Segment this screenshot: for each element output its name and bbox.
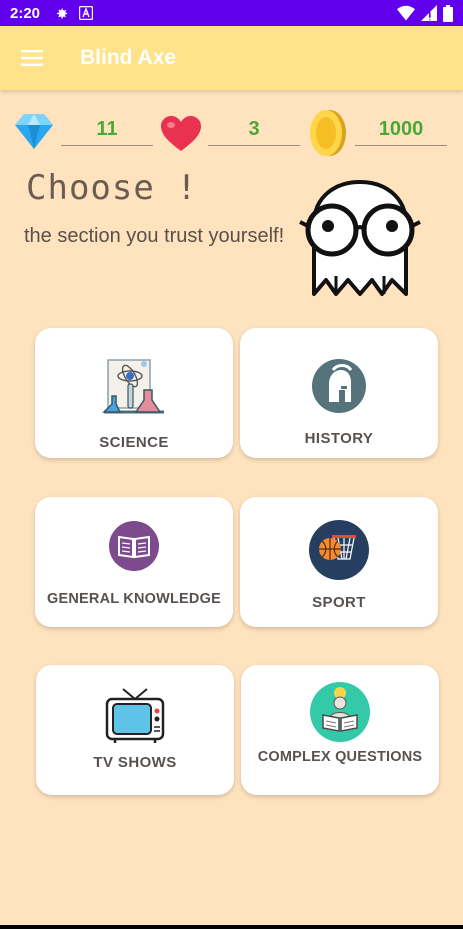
choose-title: Choose ! <box>26 168 198 208</box>
category-card-general-knowledge[interactable]: GENERAL KNOWLEDGE <box>35 497 233 627</box>
coin-icon <box>310 110 346 156</box>
lives-count: 3 <box>208 114 300 146</box>
category-card-science[interactable]: SCIENCE <box>35 328 233 458</box>
navigation-bar <box>0 925 463 929</box>
mascot-glasses-icon <box>299 180 421 296</box>
app-bar: Blind Axe <box>0 26 463 90</box>
basketball-icon <box>309 520 369 580</box>
category-label: SPORT <box>312 594 366 611</box>
book-icon <box>109 521 159 571</box>
spartan-helmet-icon <box>312 359 366 413</box>
category-label: HISTORY <box>304 430 374 447</box>
category-label: COMPLEX QUESTIONS <box>257 749 423 765</box>
category-label: GENERAL KNOWLEDGE <box>47 591 221 607</box>
category-card-tv-shows[interactable]: TV SHOWS <box>36 665 234 795</box>
coins-count: 1000 <box>355 114 447 146</box>
choose-subtitle: the section you trust yourself! <box>24 225 285 247</box>
gear-icon <box>57 8 68 18</box>
category-card-complex-questions[interactable]: COMPLEX QUESTIONS <box>241 665 439 795</box>
app-title: Blind Axe <box>80 46 177 69</box>
status-bar: 2:20 <box>0 0 463 26</box>
heart-icon <box>161 116 201 151</box>
menu-button[interactable] <box>0 26 64 90</box>
stats-row: 11 3 1000 <box>0 108 463 158</box>
diamond-icon <box>15 114 53 149</box>
signal-icon <box>421 5 437 21</box>
category-label: SCIENCE <box>99 434 169 451</box>
wifi-icon <box>397 5 415 21</box>
category-card-sport[interactable]: SPORT <box>240 497 438 627</box>
a-badge-icon <box>79 6 94 20</box>
category-card-history[interactable]: HISTORY <box>240 328 438 458</box>
battery-icon <box>443 4 453 22</box>
science-lab-icon <box>102 359 164 414</box>
hamburger-menu-icon <box>21 50 43 66</box>
gems-count: 11 <box>61 114 153 146</box>
category-label: TV SHOWS <box>93 754 177 771</box>
status-time: 2:20 <box>10 4 41 22</box>
reader-icon <box>310 682 370 742</box>
tv-icon <box>105 688 165 743</box>
